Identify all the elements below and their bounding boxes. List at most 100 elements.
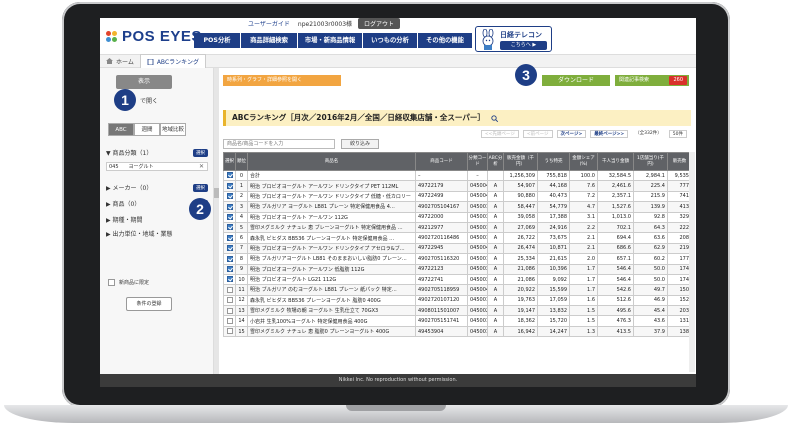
row-checkbox-cell[interactable]	[223, 273, 236, 286]
row-checkbox-cell[interactable]	[223, 190, 236, 203]
nav-tab-market-info[interactable]: 市場・新商品情報	[298, 33, 362, 48]
page-size-select[interactable]: 50件	[668, 130, 687, 138]
condition-panel: 表示 で開く ABC 週間 地域比較 ▼ 商品分類（1） 選択 045 ヨーグル…	[100, 68, 214, 374]
row-checkbox-cell[interactable]	[223, 211, 236, 223]
row-checkbox[interactable]	[226, 214, 233, 220]
col-abc[interactable]: ABC分析	[487, 152, 504, 171]
row-checkbox-cell[interactable]	[223, 284, 236, 296]
row-checkbox-cell[interactable]	[223, 242, 236, 255]
row-checkbox-cell[interactable]	[223, 180, 236, 192]
table-row[interactable]: 15 雪印メグミルク ナチュレ 恵 脂肪0 プレーンヨーグルト 400G 49453…	[223, 325, 692, 338]
table-row[interactable]: 0 合計 – –1,256,309 755,818 100.0 32,584.5 2,984.…	[223, 169, 692, 182]
nav-tab-other-features[interactable]: その他の機能	[418, 33, 472, 48]
last-page-button[interactable]: 最終ページ>>	[590, 130, 629, 138]
search-input[interactable]	[223, 139, 335, 149]
row-checkbox[interactable]	[226, 203, 233, 210]
register-conditions-button[interactable]: 条件の登録	[126, 297, 172, 311]
row-checkbox-cell[interactable]	[223, 253, 236, 265]
nikkei-telecon-banner[interactable]: 日経テレコン こちらへ ▶	[475, 26, 552, 52]
download-button[interactable]: ダウンロード	[542, 75, 610, 86]
col-units[interactable]: 販売数	[667, 152, 692, 171]
cond-category-select-button[interactable]: 選択	[193, 148, 208, 157]
col-product-code[interactable]: 商品コード	[415, 152, 468, 171]
seg-weekly[interactable]: 週間	[134, 123, 160, 136]
table-cell: 雪印メグミルク ナチュレ 恵 脂肪0 プレーンヨーグルト 400G	[247, 325, 416, 338]
table-row[interactable]: 4 明治 ブロビオヨーグルト アールワン 112G 49722000 045003 A 3…	[223, 211, 692, 223]
nav-tab-usual-analysis[interactable]: いつもの分析	[363, 33, 417, 48]
col-category-code[interactable]: 分類コード	[467, 152, 488, 171]
row-checkbox-cell[interactable]	[223, 305, 236, 317]
cond-maker[interactable]: ▶ メーカー（0） 選択	[106, 183, 208, 192]
row-checkbox[interactable]	[226, 172, 233, 179]
row-checkbox[interactable]	[226, 234, 233, 241]
nav-tab-pos-analysis[interactable]: POS分析	[194, 33, 240, 48]
row-checkbox[interactable]	[226, 297, 233, 304]
table-row[interactable]: 2 明治 ブロビオヨーグルト アールワン ドリンクタイプ 低糖・低カロリー 4972…	[223, 190, 692, 203]
col-product-name[interactable]: 商品名	[247, 152, 416, 171]
row-checkbox[interactable]	[226, 182, 233, 189]
table-row[interactable]: 11 明治 ブルガリア のむヨーグルト LB81 プレーン 紙パック 特定… 490…	[223, 284, 692, 296]
table-row[interactable]: 14 小岩井 生乳100%ヨーグルト 特定保健用食品 400G 4902705151…	[223, 315, 692, 327]
col-per-thousand[interactable]: 千人当り金額	[597, 152, 634, 171]
col-sales[interactable]: 販売金額（千円）	[503, 152, 538, 171]
prev-page-button[interactable]: <前ページ	[522, 130, 553, 138]
row-checkbox-cell[interactable]	[223, 263, 236, 275]
table-row[interactable]: 12 森永乳 ビヒダス BB536 プレーンヨーグルト 脂肪0 400G 49027…	[223, 294, 692, 307]
row-checkbox[interactable]	[226, 224, 233, 231]
first-page-button[interactable]: <<先頭ページ	[480, 130, 519, 138]
col-rank[interactable]: 順位	[235, 152, 248, 171]
row-checkbox[interactable]	[226, 265, 233, 272]
table-row[interactable]: 13 雪印メグミルク 牧場の朝 ヨーグルト 生乳仕立て 70GX3 49080115…	[223, 305, 692, 317]
row-checkbox-cell[interactable]	[223, 221, 236, 234]
table-row[interactable]: 5 雪印メグミルク ナチュレ 恵 ブレーンヨーグルト 特定保健用食品 … 49212…	[223, 221, 692, 234]
seg-abc[interactable]: ABC	[108, 123, 134, 136]
row-checkbox[interactable]	[226, 317, 233, 324]
col-share[interactable]: 金額シェア(%)	[569, 152, 598, 171]
row-checkbox-cell[interactable]	[223, 232, 236, 244]
cond-category[interactable]: ▼ 商品分類（1） 選択	[106, 148, 208, 157]
col-special-sale[interactable]: うち特売	[537, 152, 570, 171]
filter-button[interactable]: 絞り込み	[341, 139, 379, 149]
clear-category-icon[interactable]: ✕	[199, 163, 204, 170]
breadcrumb-current[interactable]: ABCランキング	[139, 54, 206, 68]
row-checkbox[interactable]	[226, 255, 233, 262]
nav-tab-product-search[interactable]: 商品詳細検索	[241, 33, 297, 48]
table-row[interactable]: 10 明治 ブロビオヨーグルト LG21 112G 49722741 045003 A 2…	[223, 273, 692, 286]
col-select[interactable]: 選択	[223, 152, 236, 171]
table-row[interactable]: 7 明治 ブロビオヨーグルト アールワン ドリンクタイプ アセロラ&ブ… 49722…	[223, 242, 692, 255]
row-checkbox-cell[interactable]	[223, 294, 236, 307]
open-in-link[interactable]: で開く	[140, 96, 158, 105]
row-checkbox-cell[interactable]	[223, 325, 236, 338]
cond-maker-select-button[interactable]: 選択	[193, 183, 208, 192]
table-row[interactable]: 9 明治 ブロビオヨーグルト アールワン 低脂肪 112G 49722123 0450…	[223, 263, 692, 275]
row-checkbox-cell[interactable]	[223, 201, 236, 213]
user-guide-link[interactable]: ユーザーガイド	[248, 19, 290, 28]
checkbox[interactable]	[108, 279, 115, 286]
row-checkbox[interactable]	[226, 276, 233, 283]
row-checkbox[interactable]	[226, 328, 233, 335]
table-row[interactable]: 8 明治 ブルガリアヨーグルト LB81 そのままおいしい脂肪0 プレーン… 490…	[223, 253, 692, 265]
seg-region-compare[interactable]: 地域比較	[160, 123, 186, 136]
table-row[interactable]: 6 森永乳 ビヒダス BB536 プレーンヨーグルト 特定保健用食品 … 49027…	[223, 232, 692, 244]
row-checkbox[interactable]	[226, 307, 233, 314]
telecon-link[interactable]: こちらへ ▶	[500, 41, 547, 50]
table-row[interactable]: 3 明治 ブルガリア ヨーグルト LB81 プレーン 特定保健用食品 4… 4902…	[223, 201, 692, 213]
zoom-icon[interactable]	[491, 114, 499, 122]
row-checkbox[interactable]	[226, 286, 233, 293]
row-checkbox[interactable]	[226, 245, 233, 252]
table-row[interactable]: 1 明治 ブロビオヨーグルト アールワン ドリンクタイプ PET 112ML 497…	[223, 180, 692, 192]
pos-eyes-logo[interactable]: POS EYES	[106, 28, 202, 45]
cond-output-unit[interactable]: ▶ 出力単位・地域・業態	[106, 229, 208, 238]
row-checkbox-cell[interactable]	[223, 169, 236, 182]
table-scrollbar[interactable]	[689, 152, 695, 372]
options-toggle[interactable]: 時系列・グラフ・詳細参照を開く	[223, 75, 341, 86]
row-checkbox-cell[interactable]	[223, 315, 236, 327]
breadcrumb-home[interactable]: ホーム	[100, 54, 140, 68]
col-per-store[interactable]: 1店舗当り(千円)	[633, 152, 668, 171]
next-page-button[interactable]: 次ページ>	[556, 130, 587, 138]
new-only-checkbox[interactable]: 新商品に限定	[108, 279, 149, 286]
related-articles-button[interactable]: 関連記事検索 260	[615, 75, 689, 86]
row-checkbox[interactable]	[226, 193, 233, 200]
show-button[interactable]: 表示	[116, 75, 172, 89]
logout-button[interactable]: ログアウト	[358, 18, 401, 29]
